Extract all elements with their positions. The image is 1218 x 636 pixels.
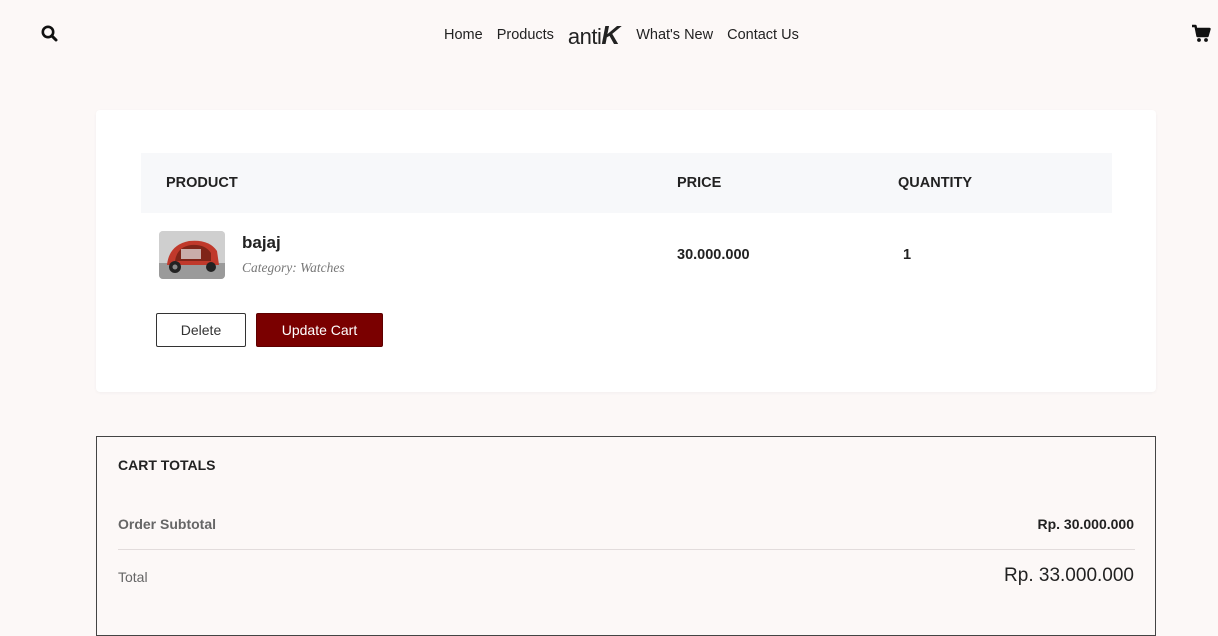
order-subtotal-value: Rp. 30.000.000 [1037,516,1134,532]
cart-icon[interactable] [1191,24,1213,44]
totals-divider [118,549,1135,550]
column-header-product: PRODUCT [166,175,238,191]
main-nav: Home Products anti K What's New Contact … [444,22,799,48]
product-category: Category: Watches [242,260,345,275]
product-thumbnail[interactable] [159,231,225,279]
column-header-quantity: QUANTITY [898,175,973,191]
total-value: Rp. 33.000.000 [1004,565,1134,586]
cart-totals-panel: CART TOTALS Order Subtotal Rp. 30.000.00… [96,436,1156,636]
delete-button[interactable]: Delete [156,313,246,347]
order-subtotal-label: Order Subtotal [118,516,217,532]
cart-totals-title: CART TOTALS [118,457,216,473]
product-name[interactable]: bajaj [242,233,281,253]
cart-table-header: PRODUCT PRICE QUANTITY [141,153,1112,213]
nav-home-link[interactable]: Home [444,27,483,43]
product-quantity: 1 [903,247,912,263]
search-icon[interactable] [40,24,60,44]
nav-products-link[interactable]: Products [497,27,554,43]
total-label: Total [118,569,148,585]
brand-logo[interactable]: anti K [568,22,620,48]
product-price: 30.000.000 [677,247,750,263]
top-navbar: Home Products anti K What's New Contact … [0,0,1218,70]
nav-contact-link[interactable]: Contact Us [727,27,799,43]
update-cart-button[interactable]: Update Cart [256,313,383,347]
nav-whats-new-link[interactable]: What's New [636,27,713,43]
logo-text-part1: anti [567,24,602,49]
logo-text-part2: K [601,20,621,50]
column-header-price: PRICE [677,175,722,191]
cart-items-card: PRODUCT PRICE QUANTITY bajaj Category: W… [96,110,1156,392]
